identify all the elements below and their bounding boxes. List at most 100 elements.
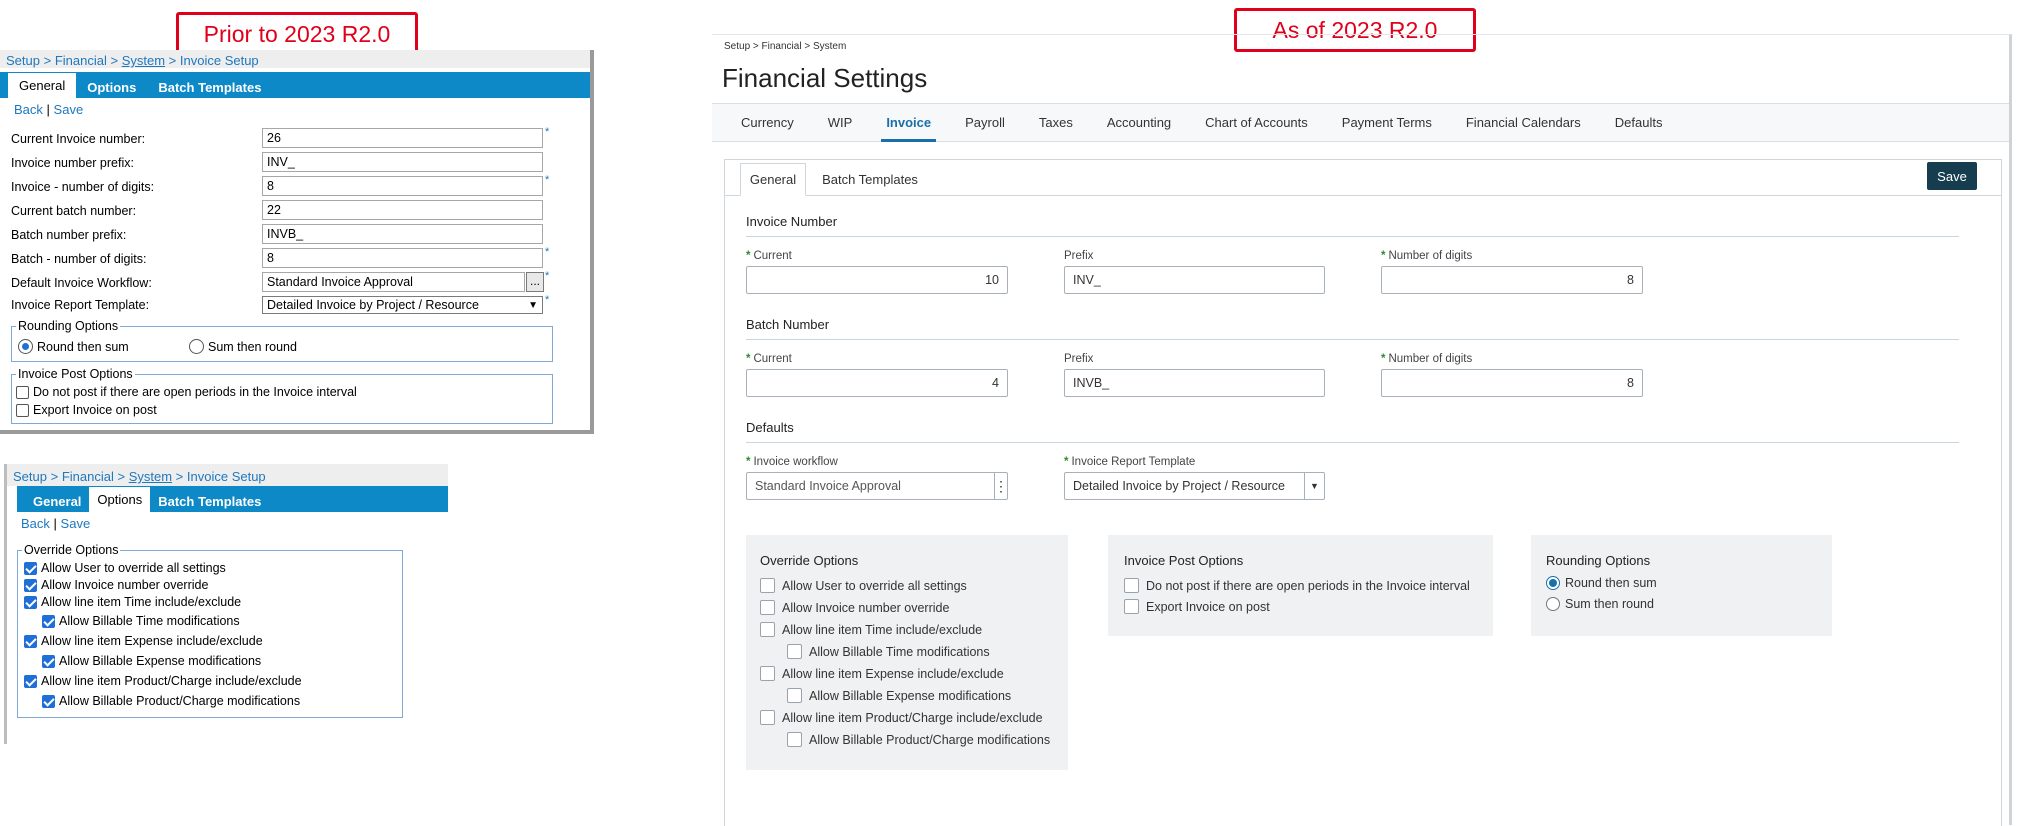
tab-general[interactable]: General xyxy=(25,490,89,512)
required-mark: * xyxy=(746,353,751,365)
checkbox-billable-expense[interactable]: Allow Billable Expense modifications xyxy=(787,688,1011,703)
tab-chart-of-accounts[interactable]: Chart of Accounts xyxy=(1188,104,1325,141)
checkbox-do-not-post[interactable]: Do not post if there are open periods in… xyxy=(1124,578,1470,593)
radio-sum-then-round[interactable]: Sum then round xyxy=(189,339,297,354)
checkbox-icon xyxy=(760,710,775,725)
checkbox-billable-time[interactable]: Allow Billable Time modifications xyxy=(787,644,990,659)
label-batch-prefix: Batch number prefix: xyxy=(11,228,127,242)
subtab-general[interactable]: General xyxy=(740,163,806,196)
save-link[interactable]: Save xyxy=(61,516,91,531)
report-template-select[interactable]: Detailed Invoice by Project / Resource ▼ xyxy=(1064,472,1325,500)
checkbox-billable-product[interactable]: Allow Billable Product/Charge modificati… xyxy=(42,694,300,708)
save-button[interactable]: Save xyxy=(1927,162,1977,190)
checkbox-billable-expense[interactable]: Allow Billable Expense modifications xyxy=(42,654,261,668)
tab-batch-templates[interactable]: Batch Templates xyxy=(150,490,269,512)
checkbox-allow-number-override[interactable]: Allow Invoice number override xyxy=(24,578,208,592)
current-batch-number-input[interactable]: 4 xyxy=(746,369,1008,397)
required-mark: * xyxy=(545,174,550,186)
subtab-batch-templates[interactable]: Batch Templates xyxy=(815,163,925,196)
tab-options[interactable]: Options xyxy=(89,487,151,512)
checkbox-export-on-post[interactable]: Export Invoice on post xyxy=(16,403,157,417)
tab-wip[interactable]: WIP xyxy=(811,104,870,141)
checkbox-checked-icon xyxy=(42,694,55,708)
tab-options[interactable]: Options xyxy=(76,76,147,98)
tab-currency[interactable]: Currency xyxy=(712,104,811,141)
breadcrumb-setup[interactable]: Setup xyxy=(13,469,47,484)
more-vertical-icon[interactable]: ⋮ xyxy=(994,473,1008,499)
checkbox-allow-override-all[interactable]: Allow User to override all settings xyxy=(760,578,967,593)
label-default-workflow: Default Invoice Workflow: xyxy=(11,276,152,290)
radio-round-then-sum[interactable]: Round then sum xyxy=(1546,576,1657,590)
checkbox-do-not-post[interactable]: Do not post if there are open periods in… xyxy=(16,385,357,399)
section-divider xyxy=(746,442,1959,443)
checkbox-line-expense[interactable]: Allow line item Expense include/exclude xyxy=(24,634,263,648)
checkbox-checked-icon xyxy=(24,578,37,592)
old-links: Back | Save xyxy=(21,516,91,531)
checkbox-allow-number-override[interactable]: Allow Invoice number override xyxy=(760,600,949,615)
report-template-label: * Invoice Report Template xyxy=(1064,456,1196,468)
batch-prefix-input[interactable]: INVB_ xyxy=(262,224,543,244)
checkbox-line-expense[interactable]: Allow line item Expense include/exclude xyxy=(760,666,1004,681)
batch-prefix-input[interactable]: INVB_ xyxy=(1064,369,1325,397)
rounding-options-group: Rounding Options Round then sum Sum then… xyxy=(11,319,553,362)
required-mark: * xyxy=(545,294,550,306)
report-template-select[interactable]: Detailed Invoice by Project / Resource ▼ xyxy=(262,296,543,314)
tab-financial-calendars[interactable]: Financial Calendars xyxy=(1449,104,1598,141)
workflow-lookup-button[interactable]: ... xyxy=(526,272,544,292)
section-divider xyxy=(746,339,1959,340)
tab-general[interactable]: General xyxy=(8,73,77,98)
breadcrumb-financial[interactable]: Financial xyxy=(55,53,107,68)
breadcrumb-setup[interactable]: Setup xyxy=(6,53,40,68)
checkbox-line-product[interactable]: Allow line item Product/Charge include/e… xyxy=(24,674,302,688)
invoice-digits-input[interactable]: 8 xyxy=(1381,266,1643,294)
chevron-down-icon: ▼ xyxy=(528,299,538,311)
checkbox-line-time[interactable]: Allow line item Time include/exclude xyxy=(24,595,241,609)
tab-payment-terms[interactable]: Payment Terms xyxy=(1325,104,1449,141)
rounding-legend: Rounding Options xyxy=(16,319,121,333)
breadcrumb-system[interactable]: System xyxy=(122,53,165,68)
chevron-down-icon[interactable]: ▼ xyxy=(1304,473,1324,499)
checkbox-billable-product[interactable]: Allow Billable Product/Charge modificati… xyxy=(787,732,1050,747)
back-link[interactable]: Back xyxy=(21,516,50,531)
checkbox-line-time[interactable]: Allow line item Time include/exclude xyxy=(760,622,982,637)
invoice-prefix-input[interactable]: INV_ xyxy=(262,152,543,172)
invoice-workflow-input[interactable]: Standard Invoice Approval ⋮ xyxy=(746,472,1008,500)
invoice-prefix-input[interactable]: INV_ xyxy=(1064,266,1325,294)
tab-batch-templates[interactable]: Batch Templates xyxy=(147,76,272,98)
new-breadcrumb[interactable]: Setup > Financial > System xyxy=(724,41,846,52)
radio-sum-then-round[interactable]: Sum then round xyxy=(1546,597,1654,611)
override-options-box: Override Options Allow User to override … xyxy=(746,535,1068,770)
checkbox-line-product[interactable]: Allow line item Product/Charge include/e… xyxy=(760,710,1043,725)
current-invoice-number-input[interactable]: 26 xyxy=(262,128,543,148)
batch-digits-input[interactable]: 8 xyxy=(1381,369,1643,397)
label-current-invoice-number: Current Invoice number: xyxy=(11,132,146,146)
checkbox-allow-override-all[interactable]: Allow User to override all settings xyxy=(24,561,226,575)
section-divider xyxy=(746,236,1959,237)
required-mark: * xyxy=(545,126,550,138)
tab-defaults[interactable]: Defaults xyxy=(1598,104,1680,141)
save-link[interactable]: Save xyxy=(54,102,84,117)
checkbox-billable-time[interactable]: Allow Billable Time modifications xyxy=(42,614,240,628)
tab-invoice[interactable]: Invoice xyxy=(869,104,948,142)
new-ui-panel: Setup > Financial > System Financial Set… xyxy=(712,34,2012,826)
radio-round-then-sum[interactable]: Round then sum xyxy=(18,339,129,354)
back-link[interactable]: Back xyxy=(14,102,43,117)
checkbox-checked-icon xyxy=(24,634,37,648)
tab-accounting[interactable]: Accounting xyxy=(1090,104,1188,141)
current-batch-number-input[interactable]: 22 xyxy=(262,200,543,220)
tab-payroll[interactable]: Payroll xyxy=(948,104,1022,141)
current-invoice-number-input[interactable]: 10 xyxy=(746,266,1008,294)
tab-taxes[interactable]: Taxes xyxy=(1022,104,1090,141)
checkbox-icon xyxy=(760,622,775,637)
invoice-digits-input[interactable]: 8 xyxy=(262,176,543,196)
label-report-template: Invoice Report Template: xyxy=(11,298,150,312)
required-mark: * xyxy=(1381,353,1386,365)
checkbox-export-on-post[interactable]: Export Invoice on post xyxy=(1124,599,1270,614)
required-mark: * xyxy=(545,270,550,282)
breadcrumb-system[interactable]: System xyxy=(129,469,172,484)
current-batch-label: * Current xyxy=(746,353,792,365)
batch-digits-input[interactable]: 8 xyxy=(262,248,543,268)
checkbox-icon xyxy=(16,385,29,399)
default-workflow-input[interactable]: Standard Invoice Approval xyxy=(262,272,525,292)
breadcrumb-financial[interactable]: Financial xyxy=(62,469,114,484)
